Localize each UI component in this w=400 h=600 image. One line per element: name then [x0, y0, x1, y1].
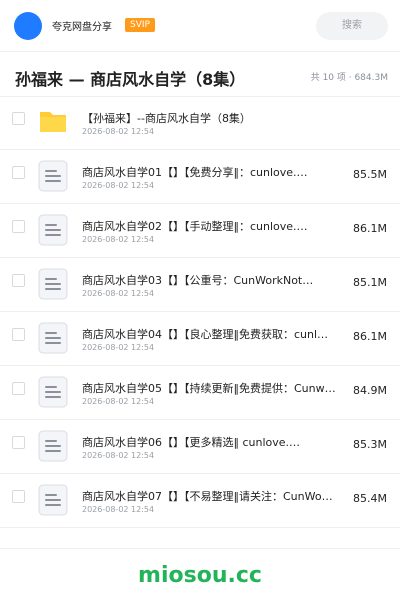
- folder-row[interactable]: 【孙福来】--商店风水自学（8集） 2026-08-02 12:54: [0, 96, 400, 150]
- watermark: miosou.cc: [138, 563, 262, 588]
- footer-bar: miosou.cc: [0, 548, 400, 600]
- document-icon: [37, 268, 69, 300]
- share-meta: 共 10 项 · 684.3M: [310, 73, 388, 83]
- folder-icon: [37, 106, 69, 138]
- select-checkbox[interactable]: [12, 166, 25, 179]
- document-icon: [37, 160, 69, 192]
- item-name: 【孙福来】--商店风水自学（8集）: [82, 112, 251, 125]
- item-time: 2026-08-02 12:54: [82, 181, 155, 190]
- item-size: 86.1M: [353, 222, 387, 235]
- file-row[interactable]: 商店风水自学06【】【更多精选‖ cunlove.… 2026-08-02 12:…: [0, 420, 400, 474]
- document-icon: [37, 322, 69, 354]
- document-icon: [37, 214, 69, 246]
- item-size: 86.1M: [353, 330, 387, 343]
- document-icon: [37, 484, 69, 516]
- item-name: 商店风水自学05【】【持续更新‖免费提供：Cunw…: [82, 382, 336, 395]
- file-row[interactable]: 商店风水自学03【】【公重号：CunWorkNot… 2026-08-02 12:…: [0, 258, 400, 312]
- item-time: 2026-08-02 12:54: [82, 289, 155, 298]
- search-input[interactable]: 搜索: [316, 12, 388, 40]
- app-header: 夸克网盘分享 SVIP 搜索: [0, 0, 400, 52]
- item-size: 85.4M: [353, 492, 387, 505]
- document-icon: [37, 376, 69, 408]
- item-size: 85.5M: [353, 168, 387, 181]
- select-checkbox[interactable]: [12, 274, 25, 287]
- select-checkbox[interactable]: [12, 328, 25, 341]
- item-name: 商店风水自学06【】【更多精选‖ cunlove.…: [82, 436, 301, 449]
- item-name: 商店风水自学07【】【不易整理‖请关注：CunWo…: [82, 490, 333, 503]
- svip-badge: SVIP: [125, 18, 155, 32]
- item-size: 85.1M: [353, 276, 387, 289]
- file-row[interactable]: 商店风水自学02【】【手动整理‖：cunlove.… 2026-08-02 12:…: [0, 204, 400, 258]
- file-row[interactable]: 商店风水自学07【】【不易整理‖请关注：CunWo… 2026-08-02 12:…: [0, 474, 400, 528]
- item-time: 2026-08-02 12:54: [82, 127, 155, 136]
- select-checkbox[interactable]: [12, 382, 25, 395]
- select-checkbox[interactable]: [12, 220, 25, 233]
- avatar[interactable]: [14, 12, 42, 40]
- item-name: 商店风水自学04【】【良心整理‖免费获取：cunl…: [82, 328, 329, 341]
- item-time: 2026-08-02 12:54: [82, 505, 155, 514]
- item-time: 2026-08-02 12:54: [82, 343, 155, 352]
- item-name: 商店风水自学02【】【手动整理‖：cunlove.…: [82, 220, 308, 233]
- item-size: 84.9M: [353, 384, 387, 397]
- item-time: 2026-08-02 12:54: [82, 235, 155, 244]
- select-checkbox[interactable]: [12, 112, 25, 125]
- item-time: 2026-08-02 12:54: [82, 397, 155, 406]
- file-row[interactable]: 商店风水自学01【】【免费分享‖：cunlove.… 2026-08-02 12:…: [0, 150, 400, 204]
- file-row[interactable]: 商店风水自学05【】【持续更新‖免费提供：Cunw… 2026-08-02 12:…: [0, 366, 400, 420]
- document-icon: [37, 430, 69, 462]
- file-row[interactable]: 商店风水自学04【】【良心整理‖免费获取：cunl… 2026-08-02 12:…: [0, 312, 400, 366]
- item-name: 商店风水自学03【】【公重号：CunWorkNot…: [82, 274, 314, 287]
- share-title: 孙福来 — 商店风水自学（8集）: [15, 70, 246, 89]
- item-time: 2026-08-02 12:54: [82, 451, 155, 460]
- select-checkbox[interactable]: [12, 490, 25, 503]
- item-size: 85.3M: [353, 438, 387, 451]
- item-name: 商店风水自学01【】【免费分享‖：cunlove.…: [82, 166, 308, 179]
- select-checkbox[interactable]: [12, 436, 25, 449]
- brand-label: 夸克网盘分享: [52, 22, 112, 33]
